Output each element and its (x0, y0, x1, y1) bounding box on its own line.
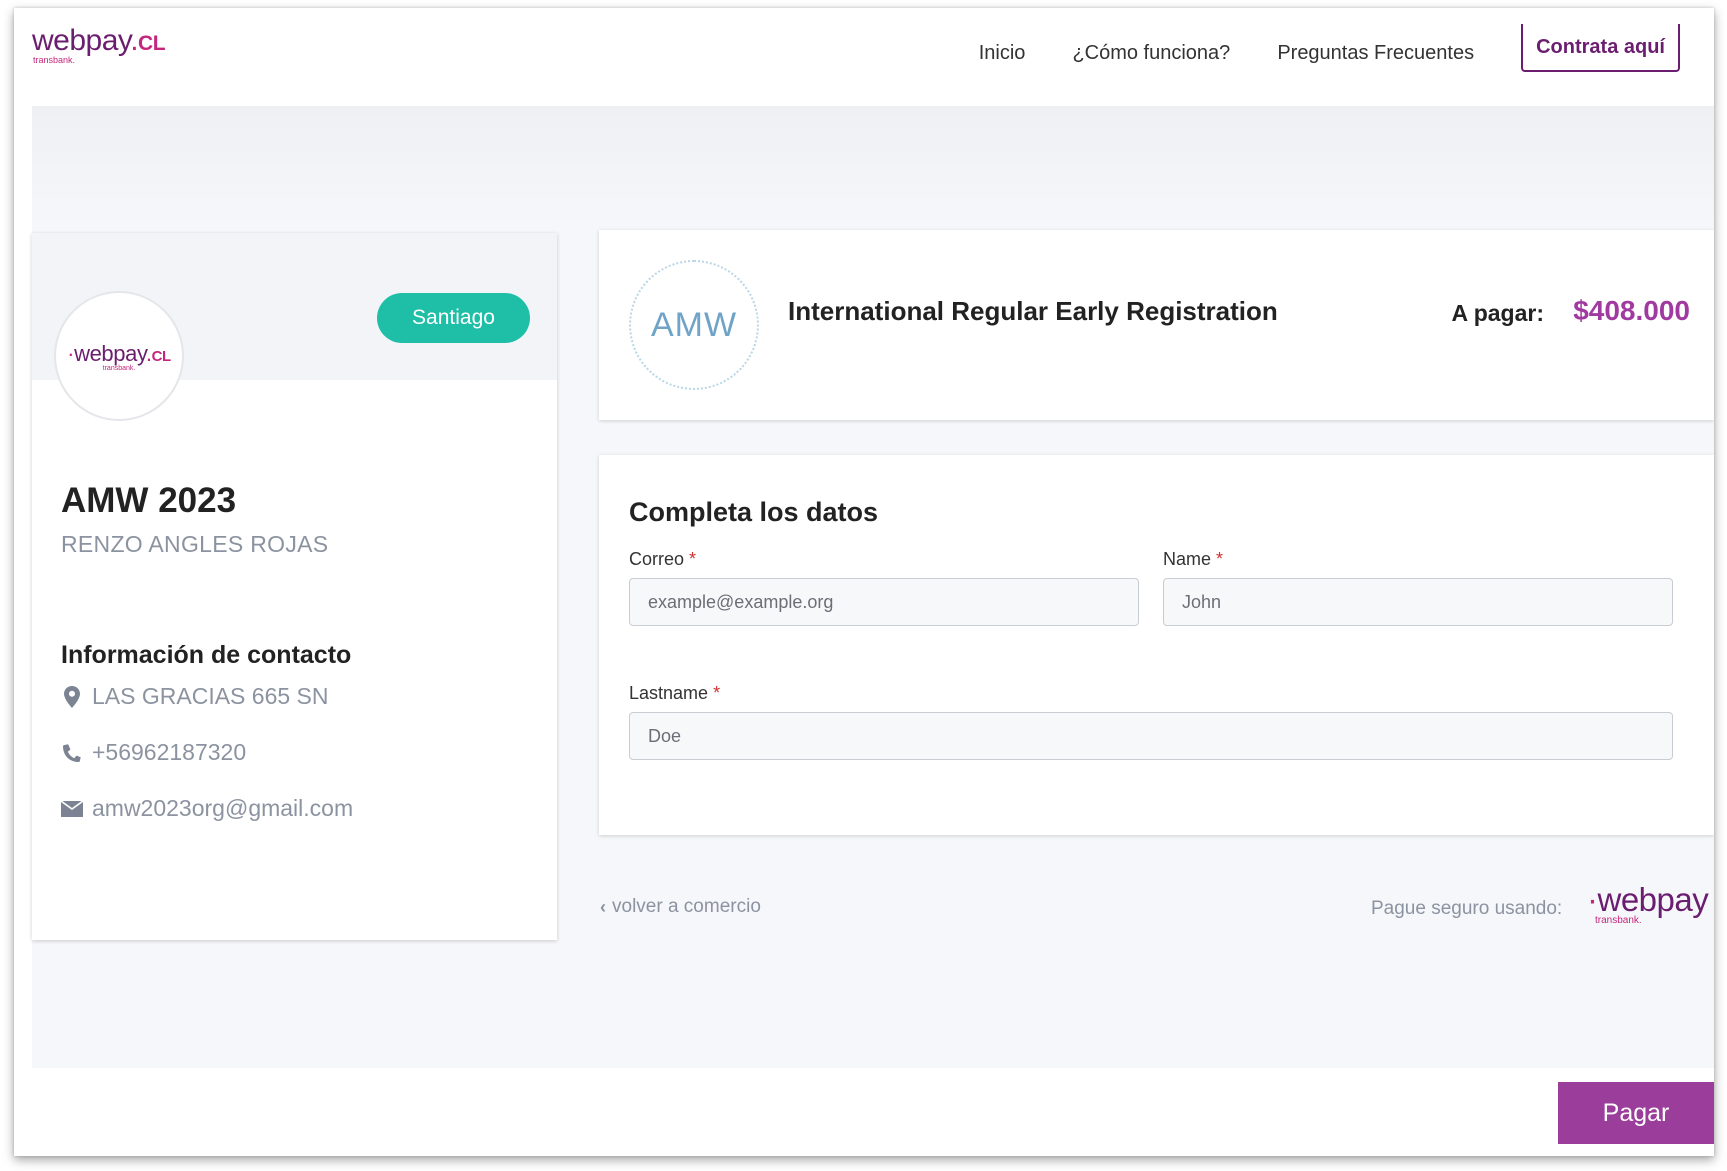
contact-title: Información de contacto (61, 641, 352, 669)
phone-icon (61, 743, 83, 763)
secure-payment-text: Pague seguro usando: (1371, 898, 1563, 919)
lastname-label: Lastname * (629, 683, 721, 703)
avatar-logo-suffix: CL (151, 347, 172, 365)
contact-phone-row: +56962187320 (61, 739, 246, 766)
email-field[interactable] (629, 578, 1139, 626)
product-title: International Regular Early Registration (788, 296, 1278, 326)
location-pin-icon (61, 685, 83, 708)
top-navbar: webpay.CL transbank. Inicio ¿Cómo funcio… (14, 8, 1714, 104)
pay-button[interactable]: Pagar (1558, 1082, 1714, 1144)
form-title: Completa los datos (629, 497, 879, 527)
secure-logo-wordmark: webpay (1597, 881, 1709, 918)
nav-inicio[interactable]: Inicio (979, 42, 1026, 65)
email-label: Correo * (629, 549, 697, 569)
avatar-logo-wordmark: webpay (74, 340, 146, 366)
webpay-secure-logo: ·webpay transbank. (1587, 881, 1709, 926)
chevron-left-icon: ‹ (600, 896, 606, 917)
nav-preguntas-frecuentes[interactable]: Preguntas Frecuentes (1277, 42, 1474, 65)
back-link-label: volver a comercio (612, 896, 761, 917)
logo-dot: . (130, 24, 139, 57)
envelope-icon (61, 800, 83, 817)
webpay-logo[interactable]: webpay.CL transbank. (32, 24, 166, 65)
payer-form-card: Completa los datos Correo * Name * Lastn… (599, 455, 1714, 835)
logo-wordmark: webpay (32, 24, 131, 57)
merchant-card: ·webpay.CL transbank. Santiago AMW 2023 … (32, 233, 557, 940)
contrata-aqui-button[interactable]: Contrata aquí (1521, 24, 1680, 72)
product-avatar: AMW (629, 260, 759, 390)
merchant-avatar: ·webpay.CL transbank. (54, 291, 184, 421)
amount-value: $408.000 (1573, 295, 1690, 326)
name-field[interactable] (1163, 578, 1673, 626)
contact-phone: +56962187320 (92, 739, 247, 765)
browser-frame: webpay.CL transbank. Inicio ¿Cómo funcio… (14, 8, 1714, 1156)
merchant-owner: RENZO ANGLES ROJAS (61, 531, 329, 557)
required-marker: * (713, 683, 721, 703)
product-card: AMW International Regular Early Registra… (599, 230, 1714, 420)
avatar-logo-subtitle: transbank. (102, 364, 136, 372)
contact-address: LAS GRACIAS 665 SN (92, 683, 329, 709)
contact-email: amw2023org@gmail.com (92, 795, 354, 821)
logo-suffix: CL (138, 32, 166, 55)
merchant-name: AMW 2023 (61, 481, 237, 520)
back-to-merchant-link[interactable]: ‹ volver a comercio (600, 896, 761, 918)
contact-email-row: amw2023org@gmail.com (61, 795, 353, 822)
main-nav: Inicio ¿Cómo funciona? Preguntas Frecuen… (979, 24, 1680, 72)
required-marker: * (1216, 549, 1224, 569)
contact-address-row: LAS GRACIAS 665 SN (61, 683, 329, 710)
required-marker: * (689, 549, 697, 569)
nav-como-funciona[interactable]: ¿Cómo funciona? (1072, 42, 1230, 65)
city-badge: Santiago (377, 293, 530, 343)
lastname-field[interactable] (629, 712, 1673, 760)
amount-label: A pagar: (1451, 300, 1544, 326)
name-label: Name * (1163, 549, 1224, 569)
secure-logo-mark: · (1587, 881, 1598, 918)
